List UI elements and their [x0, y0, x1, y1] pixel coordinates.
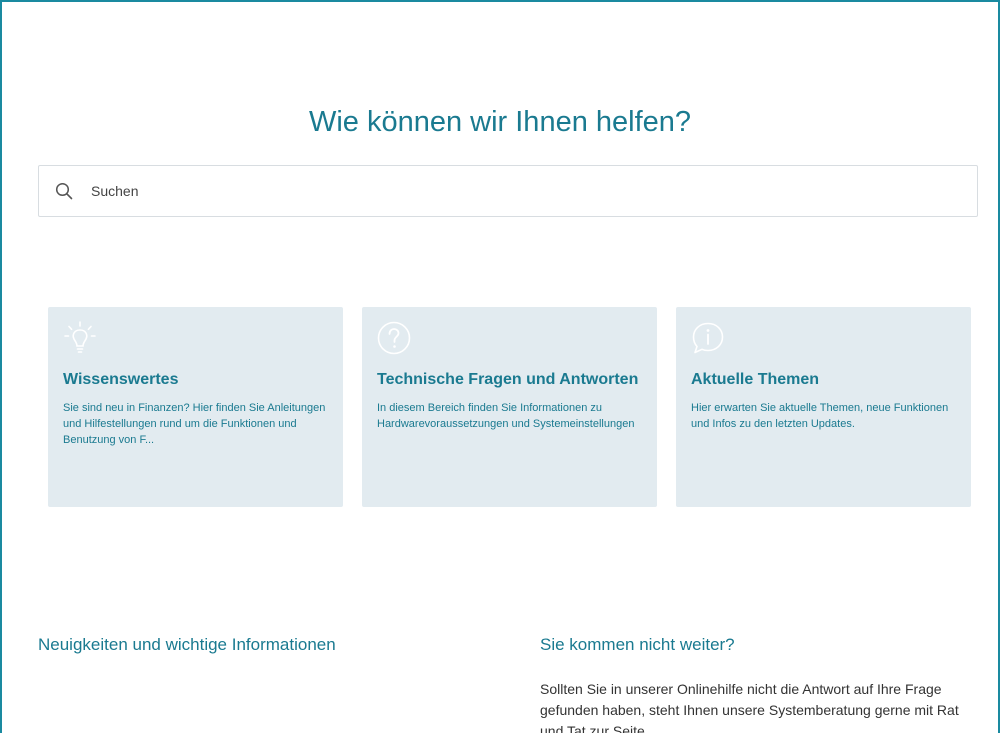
help-heading: Sie kommen nicht weiter? — [540, 635, 735, 654]
page-frame: Wie können wir Ihnen helfen? Suchen Wiss… — [0, 0, 1000, 733]
search-icon — [55, 182, 73, 200]
help-text: Sollten Sie in unserer Onlinehilfe nicht… — [540, 681, 959, 733]
card-title: Technische Fragen und Antworten — [377, 371, 639, 388]
news-heading: Neuigkeiten und wichtige Informationen — [38, 635, 336, 654]
question-circle-icon — [377, 321, 411, 355]
card-wissenswertes[interactable]: Wissenswertes Sie sind neu in Finanzen? … — [48, 307, 343, 507]
search-box[interactable] — [38, 165, 978, 217]
card-title: Aktuelle Themen — [691, 371, 820, 388]
search-input[interactable] — [89, 182, 953, 200]
card-technische-fragen[interactable]: Technische Fragen und Antworten In diese… — [362, 307, 657, 507]
card-description: Sie sind neu in Finanzen? Hier finden Si… — [63, 402, 326, 446]
card-title: Wissenswertes — [63, 371, 179, 388]
info-speech-bubble-icon — [691, 321, 725, 355]
lightbulb-icon — [63, 321, 97, 355]
card-description: In diesem Bereich finden Sie Information… — [377, 402, 635, 430]
card-aktuelle-themen[interactable]: Aktuelle Themen Hier erwarten Sie aktuel… — [676, 307, 971, 507]
page-title: Wie können wir Ihnen helfen? — [308, 106, 692, 138]
card-description: Hier erwarten Sie aktuelle Themen, neue … — [691, 402, 949, 430]
